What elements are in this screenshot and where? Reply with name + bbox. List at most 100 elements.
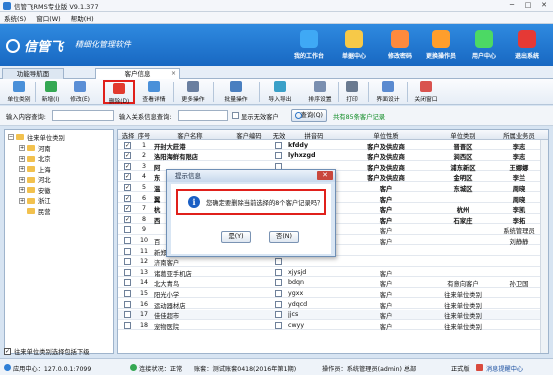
tree-item[interactable]: + 上海 xyxy=(19,164,51,174)
col-unit-category[interactable]: 单位类别 xyxy=(432,131,494,140)
row-select-checkbox[interactable] xyxy=(124,268,131,276)
nav-user-center-button[interactable]: 用户中心 xyxy=(464,28,504,64)
col-invalid[interactable]: 无效 xyxy=(272,131,286,140)
row-select-checkbox[interactable] xyxy=(124,289,131,297)
query-input[interactable] xyxy=(52,110,114,121)
row-select-checkbox[interactable]: ✓ xyxy=(124,141,131,149)
view-details-button[interactable]: 查看详情 xyxy=(138,80,170,104)
no-button[interactable]: 否(N) xyxy=(269,231,299,243)
row-invalid-checkbox[interactable] xyxy=(275,321,282,329)
expand-icon[interactable]: + xyxy=(19,145,25,151)
row-select-checkbox[interactable] xyxy=(124,247,131,255)
expand-icon[interactable]: + xyxy=(19,197,25,204)
row-select-checkbox[interactable] xyxy=(124,300,131,308)
collapse-icon[interactable]: − xyxy=(8,134,14,140)
col-customer-code[interactable]: 客户编码 xyxy=(228,131,270,140)
table-row[interactable]: 13 诸葛亚手机店 xjysjd 客户 xyxy=(118,267,548,278)
dialog-close-button[interactable]: ✕ xyxy=(317,171,333,180)
row-select-checkbox[interactable] xyxy=(124,311,131,319)
print-button[interactable]: 打印 xyxy=(341,80,363,104)
row-select-checkbox[interactable]: ✓ xyxy=(124,194,131,202)
row-select-checkbox[interactable]: ✓ xyxy=(124,162,131,170)
table-row[interactable]: 12 济南客户 xyxy=(118,257,548,267)
cell-no: 13 xyxy=(139,268,148,276)
col-customer-name[interactable]: 客户名称 xyxy=(154,131,226,140)
row-invalid-checkbox[interactable] xyxy=(275,289,282,297)
tree-item[interactable]: + 河北 xyxy=(19,175,51,185)
tree-item[interactable]: + 浙江 xyxy=(19,196,51,206)
row-select-checkbox[interactable]: ✓ xyxy=(124,173,131,181)
table-row[interactable]: ✓ 1 开封大莊港 kfddy 客户及供应商 晋晋区 李志 xyxy=(118,140,548,151)
batch-actions-button[interactable]: 批量操作 xyxy=(215,80,257,104)
col-unit-nature[interactable]: 单位性质 xyxy=(342,131,430,140)
tab-close-icon[interactable]: × xyxy=(171,69,176,79)
tab-customer-info[interactable]: 客户信息 × xyxy=(95,68,180,79)
expand-icon[interactable]: + xyxy=(19,166,25,172)
row-select-checkbox[interactable]: ✓ xyxy=(124,152,131,160)
row-invalid-checkbox[interactable] xyxy=(275,152,282,160)
more-actions-button[interactable]: 更多操作 xyxy=(174,80,212,104)
tree-item[interactable]: + 北京 xyxy=(19,154,51,164)
nav-exit-system-button[interactable]: 退出系统 xyxy=(507,28,547,64)
row-invalid-checkbox[interactable] xyxy=(275,279,282,287)
nav-switch-operator-button[interactable]: 更换操作员 xyxy=(421,28,461,64)
row-invalid-checkbox[interactable] xyxy=(275,311,282,319)
vertical-scrollbar[interactable] xyxy=(540,140,548,353)
edit-button[interactable]: 修改(E) xyxy=(66,80,94,104)
row-invalid-checkbox[interactable] xyxy=(275,141,282,149)
table-row[interactable]: 14 北大青鸟 bdqn 客户 有意向客户 孙卫国 xyxy=(118,278,548,288)
close-window-button[interactable]: 关闭窗口 xyxy=(410,80,442,104)
nav-document-center-button[interactable]: 单据中心 xyxy=(334,28,374,64)
message-center-link[interactable]: 消息提醒中心 xyxy=(486,364,523,373)
show-invalid-checkbox[interactable] xyxy=(232,112,239,119)
condition-input[interactable] xyxy=(178,110,228,121)
expand-icon[interactable]: + xyxy=(19,187,25,193)
row-select-checkbox[interactable] xyxy=(124,236,131,244)
col-pinyin[interactable]: 拼音码 xyxy=(288,131,340,140)
sort-settings-button[interactable]: 排序设置 xyxy=(303,80,337,104)
row-select-checkbox[interactable]: ✓ xyxy=(124,215,131,223)
unit-category-button[interactable]: 单位类别 xyxy=(4,80,34,104)
close-window-button[interactable]: ✕ xyxy=(537,1,551,10)
delete-button[interactable]: 删除(D) xyxy=(103,80,135,105)
col-select[interactable]: 选择 xyxy=(121,131,135,140)
row-select-checkbox[interactable] xyxy=(124,226,131,234)
row-select-checkbox[interactable] xyxy=(124,279,131,287)
yes-button[interactable]: 是(Y) xyxy=(221,231,251,243)
tree-item[interactable]: 民营 xyxy=(19,206,51,216)
table-row[interactable]: 17 佳佳超市 jjcs 客户 往来单位类别 xyxy=(118,309,548,320)
row-invalid-checkbox[interactable] xyxy=(275,258,282,266)
row-invalid-checkbox[interactable] xyxy=(275,268,282,276)
expand-icon[interactable]: + xyxy=(19,155,25,162)
expand-icon[interactable]: + xyxy=(19,176,25,183)
table-row[interactable]: 18 宠物医院 cwyy 客户 往来单位类别 xyxy=(118,320,548,331)
row-select-checkbox[interactable]: ✓ xyxy=(124,183,131,191)
query-button[interactable]: 查询(Q) xyxy=(291,109,327,122)
nav-workbench-button[interactable]: 我的工作台 xyxy=(289,28,329,64)
row-invalid-checkbox[interactable] xyxy=(275,300,282,308)
table-row[interactable]: ✓ 2 洛阳海鲜有限店 lyhxzgd 客户及供应商 涧西区 李志 xyxy=(118,151,548,161)
nav-change-password-button[interactable]: 修改密码 xyxy=(380,28,420,64)
include-subcategories-checkbox[interactable]: ✓ xyxy=(4,347,11,355)
minimize-button[interactable]: ─ xyxy=(505,1,519,10)
col-index[interactable]: 序号 xyxy=(137,131,151,140)
table-row[interactable]: 15 阳光小学 ygxx 客户 往来单位类别 xyxy=(118,288,548,299)
row-select-checkbox[interactable] xyxy=(124,258,131,266)
tree-item[interactable]: + 安徽 xyxy=(19,185,51,195)
tree-item[interactable]: + 河南 xyxy=(19,143,51,153)
col-salesman[interactable]: 所属业务员 xyxy=(496,131,542,140)
include-subcategories[interactable]: ✓ 往来单位类别选择包括下级 xyxy=(4,346,114,356)
menu-help[interactable]: 帮助(H) xyxy=(71,13,94,23)
tab-function-nav[interactable]: 功能导航面 xyxy=(2,68,64,79)
cell-no: 14 xyxy=(139,279,148,287)
row-select-checkbox[interactable]: ✓ xyxy=(124,205,131,213)
tree-root[interactable]: − 往来单位类别 xyxy=(8,132,65,142)
menu-system[interactable]: 系统(S) xyxy=(4,13,26,23)
layout-design-button[interactable]: 界面设计 xyxy=(371,80,405,104)
menu-window[interactable]: 窗口(W) xyxy=(36,13,61,23)
import-export-button[interactable]: 导入导出 xyxy=(262,80,298,104)
row-select-checkbox[interactable] xyxy=(124,321,131,329)
add-button[interactable]: 新增(I) xyxy=(37,80,64,104)
table-row[interactable]: 16 运动器材店 ydqcd 客户 往来单位类别 xyxy=(118,299,548,310)
maximize-button[interactable]: □ xyxy=(521,1,535,10)
